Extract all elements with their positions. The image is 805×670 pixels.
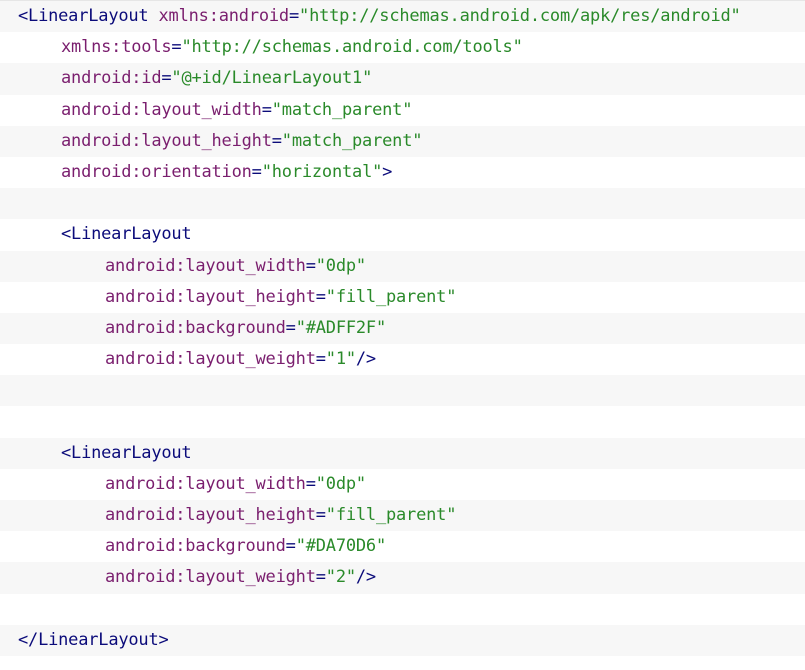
xml-punctuation-token: = [161, 68, 172, 89]
code-line: android:background="#ADFF2F" [0, 312, 805, 345]
code-listing: <LinearLayout xmlns:android="http://sche… [0, 0, 805, 670]
xml-punctuation-token: = [285, 317, 296, 338]
xml-value-token: "#ADFF2F" [295, 317, 387, 338]
xml-attribute-token: android:layout_weight [105, 349, 316, 370]
xml-value-token: "1" [325, 349, 356, 370]
xml-value-token: "2" [325, 567, 356, 588]
xml-tag-token: <LinearLayout [18, 6, 149, 26]
xml-value-token: "http://schemas.android.com/apk/res/andr… [299, 6, 741, 26]
xml-punctuation-token: = [171, 37, 182, 58]
xml-punctuation-token: = [285, 536, 296, 557]
code-line: android:layout_width="0dp" [0, 469, 805, 500]
xml-punctuation-token: = [315, 567, 326, 588]
xml-attribute-token: android:layout_width [105, 473, 306, 494]
xml-attribute-token: xmlns:tools [61, 37, 172, 58]
code-line: <LinearLayout [0, 437, 805, 469]
xml-punctuation-token: = [271, 130, 282, 151]
xml-value-token: "fill_parent" [325, 286, 457, 307]
xml-attribute-token: android:id [61, 68, 162, 89]
xml-attribute-token: android:layout_width [61, 99, 262, 120]
xml-tag-token: <LinearLayout [61, 442, 192, 463]
xml-value-token: "#DA70D6" [295, 536, 387, 557]
xml-attribute-token: xmlns:android [158, 6, 290, 26]
xml-value-token: "horizontal" [261, 161, 383, 182]
code-line: android:layout_width="0dp" [0, 250, 805, 282]
xml-attribute-token: android:layout_height [105, 286, 316, 307]
code-line [0, 375, 805, 407]
xml-value-token: "match_parent" [271, 99, 413, 120]
xml-punctuation-token: = [261, 99, 272, 120]
code-line [0, 188, 805, 220]
xml-attribute-token: android:layout_height [61, 130, 272, 151]
xml-value-token: "0dp" [315, 473, 366, 494]
code-line: <LinearLayout xmlns:android="http://sche… [0, 1, 805, 33]
xml-tag-token: /> [355, 349, 376, 370]
code-line: <LinearLayout [0, 219, 805, 250]
xml-punctuation-token: = [315, 349, 326, 370]
xml-punctuation-token: = [288, 6, 300, 26]
xml-value-token: "http://schemas.android.com/tools" [181, 37, 523, 58]
xml-value-token: "match_parent" [281, 130, 423, 151]
xml-tag-token: > [382, 161, 393, 182]
code-line: xmlns:tools="http://schemas.android.com/… [0, 32, 805, 63]
code-line: android:layout_width="match_parent" [0, 95, 805, 126]
code-line: android:layout_height="match_parent" [0, 125, 805, 157]
xml-punctuation-token: = [315, 286, 326, 307]
code-line: android:layout_weight="1"/> [0, 344, 805, 375]
xml-attribute-token: android:background [105, 317, 286, 338]
xml-value-token: "0dp" [315, 255, 366, 276]
code-line: android:layout_height="fill_parent" [0, 500, 805, 532]
xml-tag-token: /> [355, 567, 376, 588]
xml-value-token: "fill_parent" [325, 505, 457, 525]
xml-punctuation-token: = [315, 505, 326, 525]
xml-value-token: "@+id/LinearLayout1" [171, 68, 373, 89]
xml-attribute-token: android:orientation [61, 161, 252, 182]
code-line: </LinearLayout> [0, 624, 805, 656]
xml-attribute-token: android:background [105, 536, 286, 557]
xml-tag-token: <LinearLayout [61, 224, 192, 245]
xml-attribute-token: android:layout_width [105, 255, 306, 276]
code-line: android:layout_weight="2"/> [0, 562, 805, 594]
code-line: android:orientation="horizontal"> [0, 157, 805, 188]
xml-punctuation-token: = [251, 161, 262, 182]
code-line: android:id="@+id/LinearLayout1" [0, 63, 805, 95]
xml-attribute-token: android:layout_height [105, 505, 316, 525]
xml-attribute-token: android:layout_weight [105, 567, 316, 588]
code-line: android:layout_height="fill_parent" [0, 282, 805, 313]
xml-punctuation-token: = [305, 473, 316, 494]
xml-punctuation-token: = [305, 255, 316, 276]
code-line: android:background="#DA70D6" [0, 531, 805, 562]
xml-tag-token: </LinearLayout> [18, 629, 169, 650]
